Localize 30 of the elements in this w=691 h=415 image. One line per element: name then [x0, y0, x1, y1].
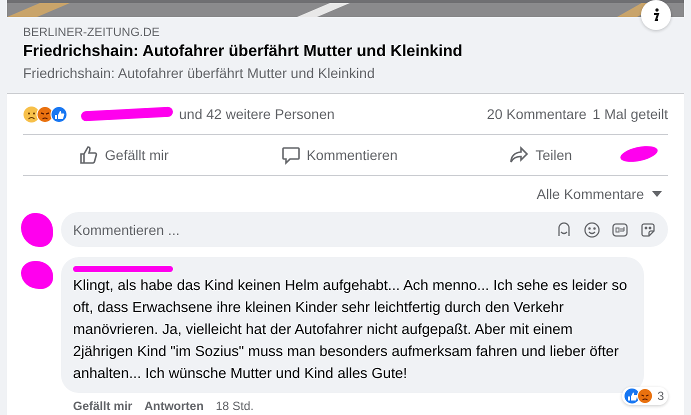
sticker-icon[interactable] — [640, 222, 656, 238]
link-domain: BERLINER-ZEITUNG.DE — [23, 24, 161, 41]
share-action-button[interactable]: Teilen — [501, 141, 580, 169]
comment-action-button[interactable]: Kommentieren — [272, 141, 406, 169]
comment-filter-dropdown[interactable]: Alle Kommentare — [536, 186, 668, 202]
link-preview[interactable]: BERLINER-ZEITUNG.DE Friedrichshain: Autofahrer überfährt Mutter und Kleinkind Friedrichshain: Autofahrer überfährt Mutter und Kleinkind — [7, 17, 684, 94]
thumbs-up-icon — [78, 145, 99, 165]
link-description: Friedrichshain: Autofahrer überfährt Mutter und Kleinkind — [23, 64, 376, 83]
emoji-icon[interactable] — [584, 222, 600, 238]
share-arrow-icon — [509, 145, 530, 165]
info-icon — [651, 8, 661, 22]
redaction-scribble — [21, 212, 53, 246]
reaction-icons[interactable] — [23, 106, 69, 122]
speech-bubble-icon — [280, 145, 301, 165]
comment-time[interactable]: 18 Std. — [216, 399, 254, 413]
comment-action-link[interactable]: Gefällt mir — [73, 399, 132, 413]
like-action-button[interactable]: Gefällt mir — [70, 141, 177, 169]
comment-reactions[interactable]: 3 — [622, 387, 668, 405]
gif-icon[interactable] — [612, 222, 628, 238]
redaction-scribble — [21, 261, 53, 289]
avatar-sticker-icon[interactable] — [556, 222, 572, 238]
share-count[interactable]: 1 Mal geteilt — [592, 106, 668, 122]
caret-icon — [652, 191, 662, 197]
comment-text: Klingt, als habe das Kind keinen Helm aufgehabt... Ach menno... Ich sehe es leider so oft, dass Erwachsene ihre kleinen Kinder sehr leichtfertig durch den Verkehr manövrieren. Ja, vielleicht hat der Autofahrer nicht aufgepaßt. Aber mit einem 2jährigen Kind "im Sozius" muss man besonders aufmerksam fahren und lieber öfter anhalten... Ich wünsche Mutter und Kind alles Gute! — [73, 277, 628, 384]
comment-input-field[interactable]: Kommentieren ... — [61, 212, 668, 247]
comment-count[interactable]: 20 Kommentare — [486, 106, 587, 122]
comment-action-link[interactable]: Antworten — [144, 399, 204, 413]
reaction-icons — [624, 388, 654, 404]
reaction-summary[interactable]: und 42 weitere Personen — [179, 106, 335, 122]
link-title[interactable]: Friedrichshain: Autofahrer überfährt Mutter und Kleinkind — [23, 41, 668, 63]
